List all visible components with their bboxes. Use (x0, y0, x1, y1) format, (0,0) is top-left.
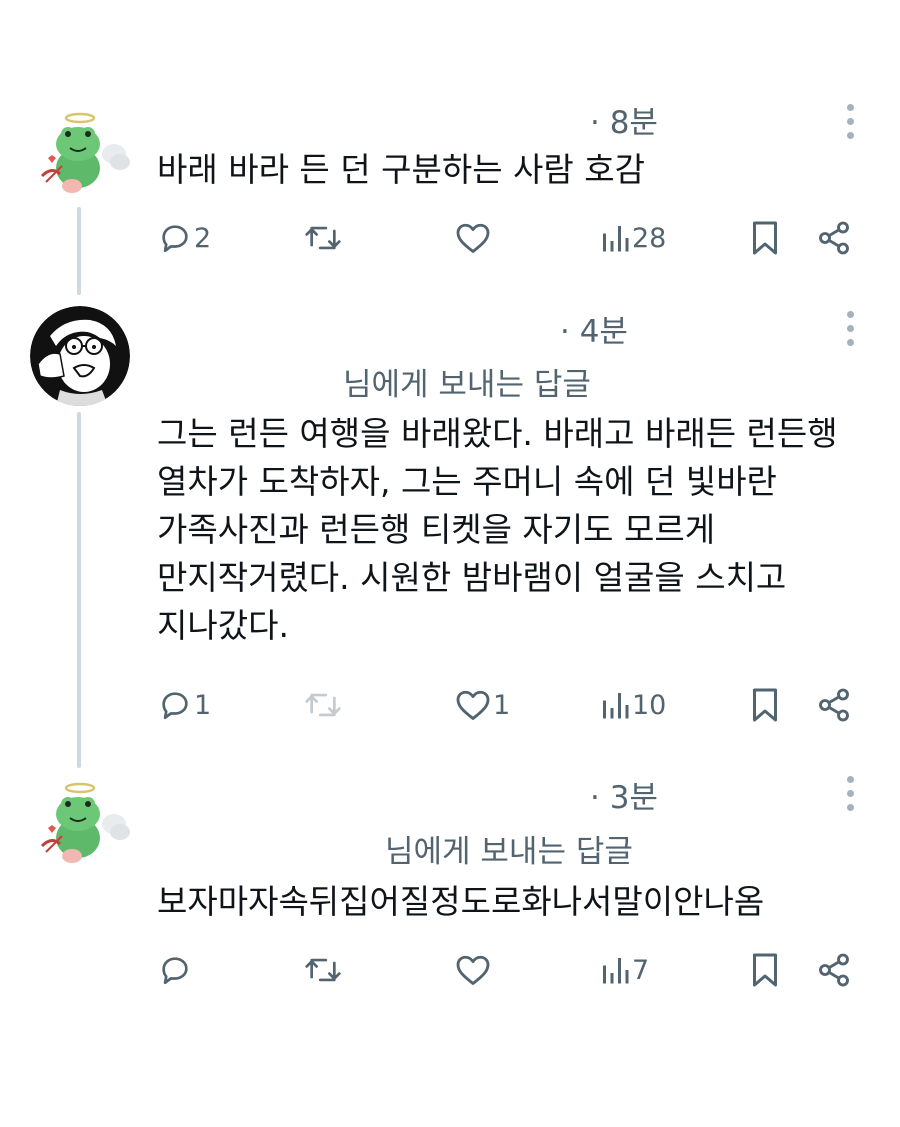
reply-button[interactable] (158, 950, 194, 990)
views-count: 28 (632, 222, 667, 254)
views-count: 10 (632, 689, 667, 721)
avatar[interactable] (30, 306, 130, 406)
share-icon (819, 688, 849, 722)
like-count: 1 (493, 689, 511, 721)
reply-button[interactable]: 2 (158, 218, 211, 258)
bookmark-icon (753, 221, 777, 255)
repost-icon (305, 226, 341, 250)
timestamp[interactable]: · 3분 (590, 772, 658, 817)
repost-button[interactable] (303, 950, 345, 990)
avatar[interactable] (32, 106, 132, 206)
bookmark-icon (753, 953, 777, 987)
more-icon[interactable] (845, 103, 855, 143)
thread-connector-line (77, 207, 81, 295)
like-button[interactable]: 1 (455, 685, 510, 725)
like-icon (456, 690, 490, 720)
like-button[interactable] (455, 218, 493, 258)
reply-icon (162, 225, 188, 253)
share-icon (819, 221, 849, 255)
repost-button[interactable] (303, 685, 345, 725)
frog-angel-avatar-icon (32, 776, 132, 876)
reply-count: 2 (194, 222, 212, 254)
repost-button[interactable] (303, 218, 345, 258)
like-icon (456, 955, 490, 985)
bookmark-button[interactable] (750, 218, 780, 258)
more-icon[interactable] (845, 310, 855, 350)
share-button[interactable] (816, 218, 852, 258)
reply-text: 보자마자속뒤집어질정도로화나서말이안나옴 (157, 882, 765, 921)
views-button[interactable]: 10 (600, 685, 666, 725)
views-button[interactable]: 7 (600, 950, 649, 990)
share-button[interactable] (816, 685, 852, 725)
bookmark-button[interactable] (750, 950, 780, 990)
reply-icon (162, 957, 188, 985)
repost-icon (305, 693, 341, 717)
bookmark-button[interactable] (750, 685, 780, 725)
reply-text: 그는 런든 여행을 바래왔다. 바래고 바래든 런든행 열차가 도착하자, 그는… (157, 414, 838, 645)
more-icon[interactable] (845, 775, 855, 815)
frog-angel-avatar-icon (32, 106, 132, 206)
views-button[interactable]: 28 (600, 218, 666, 258)
bookmark-icon (753, 688, 777, 722)
avatar[interactable] (32, 776, 132, 876)
views-count: 7 (632, 954, 650, 986)
replying-to-label[interactable]: 님에게 보내는 답글 (385, 826, 633, 871)
views-icon (603, 958, 629, 984)
share-icon (819, 953, 849, 987)
reply-icon (162, 692, 188, 720)
timestamp[interactable]: · 8분 (590, 97, 658, 142)
reply-button[interactable]: 1 (158, 685, 211, 725)
share-button[interactable] (816, 950, 852, 990)
repost-icon (305, 958, 341, 982)
like-icon (456, 223, 490, 253)
views-icon (603, 693, 629, 719)
reply-text: 바래 바라 든 던 구분하는 사람 호감 (157, 150, 645, 189)
thread-connector-line (77, 412, 81, 768)
replying-to-label[interactable]: 님에게 보내는 답글 (343, 359, 591, 404)
reply-count: 1 (194, 689, 212, 721)
timestamp[interactable]: · 4분 (560, 306, 628, 351)
like-button[interactable] (455, 950, 493, 990)
sketch-face-avatar-icon (30, 306, 130, 406)
views-icon (603, 226, 629, 252)
